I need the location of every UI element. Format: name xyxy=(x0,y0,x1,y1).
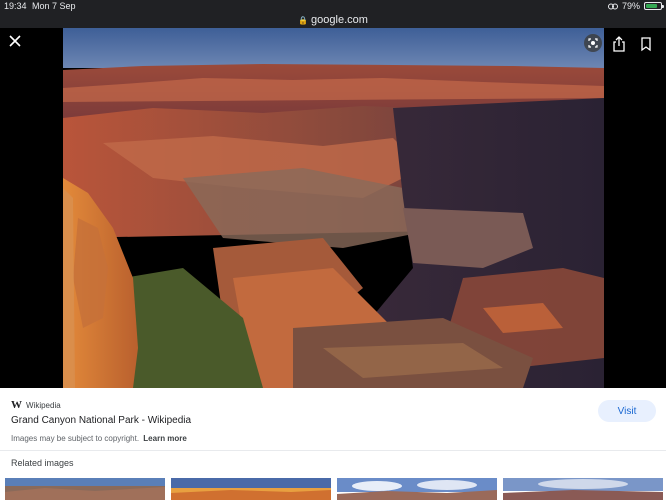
related-image-thumbnail[interactable] xyxy=(5,478,165,500)
source-row[interactable]: W Wikipedia xyxy=(11,399,61,411)
lock-icon: 🔒 xyxy=(298,15,309,25)
copyright-notice: Images may be subject to copyright. Lear… xyxy=(11,434,187,443)
page-title-link[interactable]: Grand Canyon National Park - Wikipedia xyxy=(11,415,191,426)
wikipedia-logo-icon: W xyxy=(11,399,22,411)
related-image-thumbnail[interactable] xyxy=(171,478,331,500)
link-icon xyxy=(607,3,618,9)
close-button[interactable] xyxy=(6,34,24,52)
related-image xyxy=(171,478,331,500)
bookmark-button[interactable] xyxy=(640,36,654,52)
status-bar: 19:34 Mon 7 Sep 79% xyxy=(0,0,666,12)
bookmark-icon xyxy=(641,37,651,52)
source-name: Wikipedia xyxy=(26,400,61,410)
canyon-image xyxy=(63,28,604,388)
learn-more-link[interactable]: Learn more xyxy=(143,434,187,443)
related-images-heading: Related images xyxy=(11,458,74,468)
related-image xyxy=(5,478,165,500)
share-button[interactable] xyxy=(612,36,628,52)
status-date: Mon 7 Sep xyxy=(32,1,76,11)
share-icon xyxy=(613,36,625,52)
lens-icon xyxy=(588,38,598,48)
related-image xyxy=(337,478,497,500)
battery-fill xyxy=(646,4,658,8)
canyon-photo[interactable] xyxy=(63,28,604,388)
visit-button[interactable]: Visit xyxy=(598,400,656,422)
related-image-thumbnail[interactable] xyxy=(503,478,663,500)
result-info-panel: W Wikipedia Grand Canyon National Park -… xyxy=(0,388,666,500)
battery-icon xyxy=(644,2,664,10)
related-images-strip xyxy=(0,478,666,500)
status-time: 19:34 xyxy=(4,1,27,11)
image-viewer xyxy=(0,28,666,388)
status-right: 79% xyxy=(607,1,664,11)
related-image-thumbnail[interactable] xyxy=(337,478,497,500)
close-icon xyxy=(9,35,21,47)
related-image xyxy=(503,478,663,500)
lens-button[interactable] xyxy=(584,34,602,52)
address-bar[interactable]: 🔒 google.com xyxy=(0,12,666,28)
battery-percent: 79% xyxy=(621,1,640,11)
divider xyxy=(0,450,666,451)
copyright-text: Images may be subject to copyright. xyxy=(11,434,140,443)
url-text: google.com xyxy=(311,14,368,26)
